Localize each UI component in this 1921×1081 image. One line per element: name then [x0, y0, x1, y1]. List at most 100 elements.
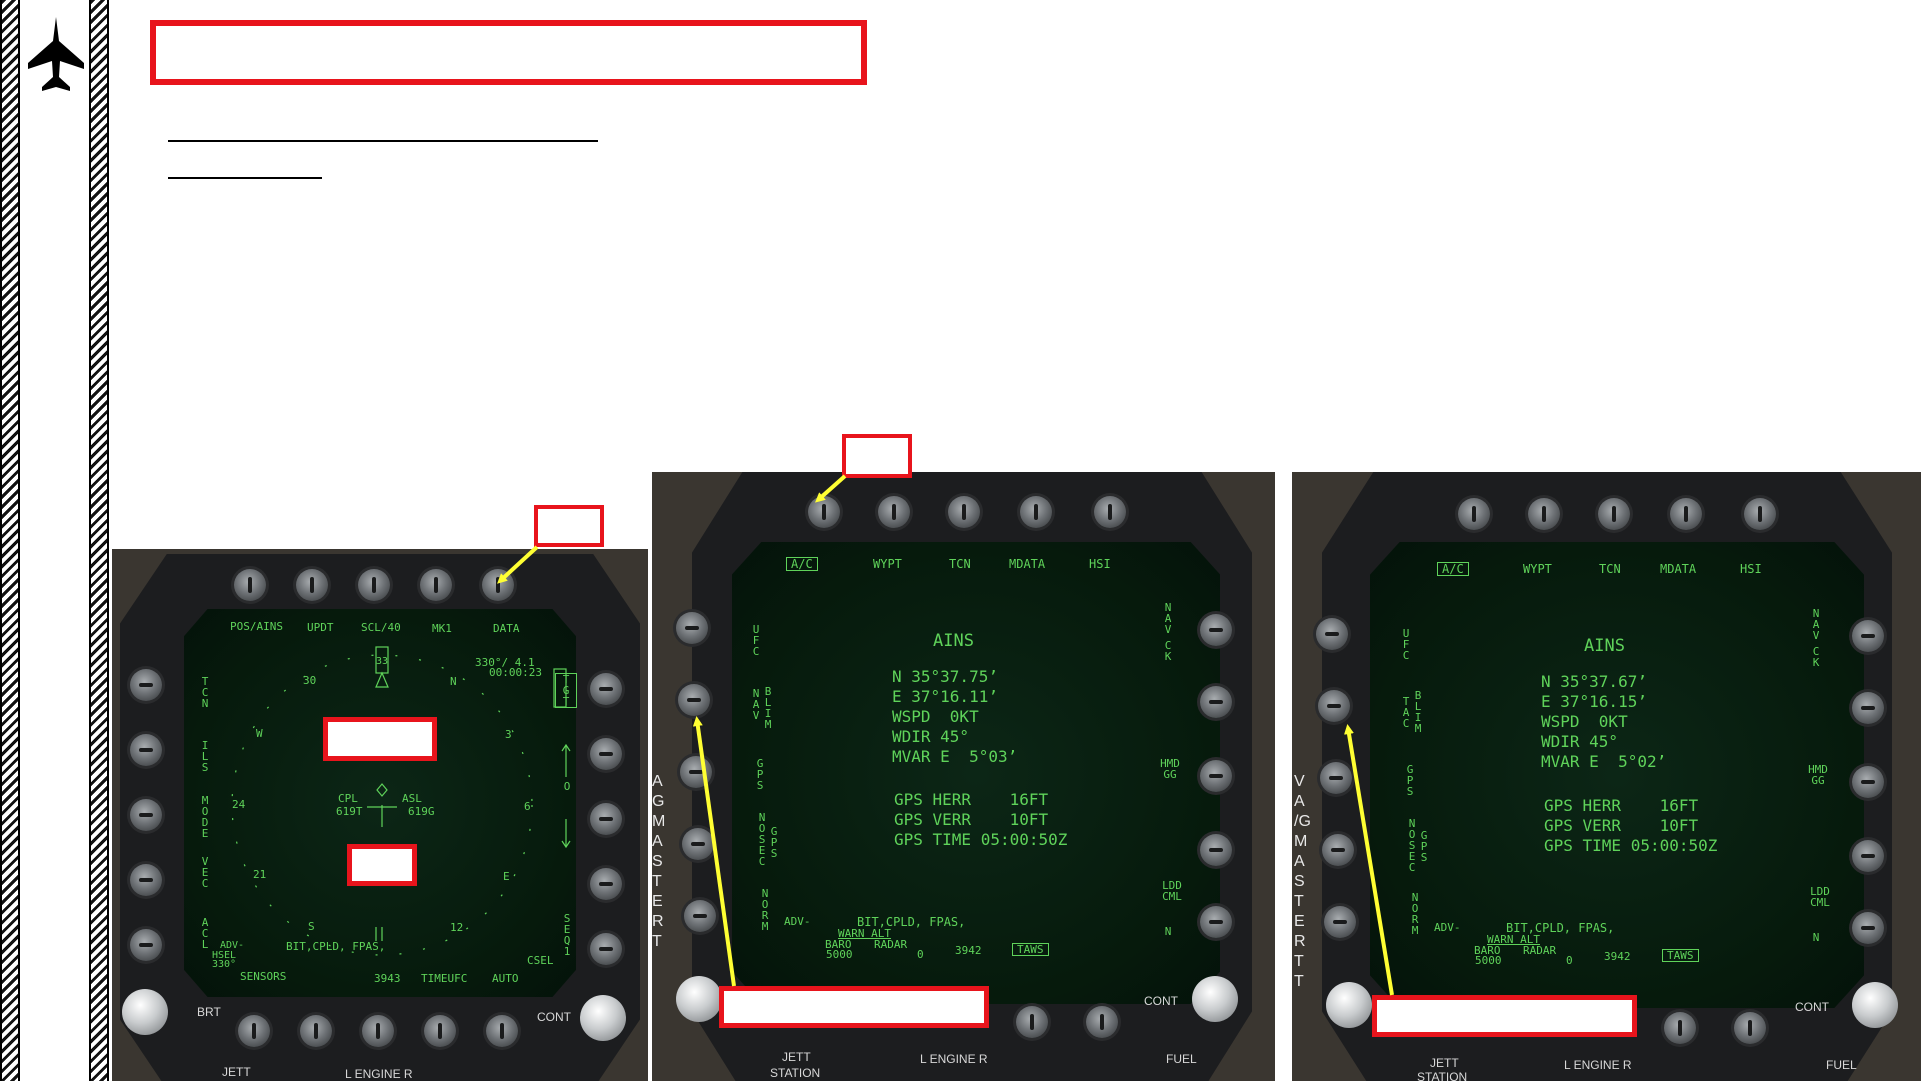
pb-right-3-button[interactable] — [590, 803, 622, 835]
pb-left-4-button[interactable] — [130, 864, 162, 896]
jett-label: JETT — [782, 1050, 811, 1064]
mfd-hsi-display: POS/AINS UPDT SCL/40 MK1 DATA TCN ILS MO… — [112, 549, 648, 1081]
pb-gps-button[interactable] — [1320, 762, 1352, 794]
pb-bottom-2-button[interactable] — [300, 1015, 332, 1047]
pb-right-2-button[interactable] — [1200, 686, 1232, 718]
pb-hsi-button[interactable] — [1094, 496, 1126, 528]
pb-nav-ck-button[interactable] — [1200, 614, 1232, 646]
label-nosec: NOSEC — [758, 811, 766, 868]
pb-norm-button[interactable] — [684, 900, 716, 932]
fighter-jet-icon — [28, 17, 84, 91]
label-tcn: TCN — [949, 557, 971, 571]
pb-right-2-button[interactable] — [1852, 692, 1884, 724]
title-box — [150, 20, 867, 85]
callout-box-data — [534, 505, 604, 547]
contrast-knob[interactable] — [580, 995, 626, 1041]
compass-30: 30 — [303, 674, 317, 687]
altitude-readout: 3942 — [955, 944, 982, 957]
pb-nav-blim-button[interactable] — [678, 684, 710, 716]
pb-mdata-button[interactable] — [1670, 498, 1702, 530]
pb-wypt-button[interactable] — [1528, 498, 1560, 530]
label-seq1: SEQ1 — [563, 912, 571, 958]
pb-right-4-button[interactable] — [590, 868, 622, 900]
pb-mk1-button[interactable] — [420, 569, 452, 601]
pb-tac-blim-button[interactable] — [1318, 690, 1350, 722]
pb-ufc-button[interactable] — [1316, 618, 1348, 650]
compass-21: 21 — [253, 868, 267, 881]
label-gps: GPS — [756, 757, 764, 792]
baro-value: 5000 — [1475, 954, 1502, 967]
pb-tcn-button[interactable] — [948, 496, 980, 528]
pb-hsi-button[interactable] — [1744, 498, 1776, 530]
brt-label: BRT — [197, 1005, 221, 1019]
mfd-ains-display-2: A/C WYPT TCN MDATA HSI UFC TAC BLIM GPS … — [1292, 472, 1921, 1081]
label-nav: NAV — [752, 687, 760, 722]
label-n: N — [1164, 925, 1172, 938]
pb-gps-button[interactable] — [680, 756, 712, 788]
label-ac: A/C — [786, 557, 818, 571]
mfd-screen — [732, 542, 1220, 1004]
pb-left-2-button[interactable] — [130, 734, 162, 766]
label-taws: TAWS — [1662, 949, 1699, 962]
label-tcn: TCN — [201, 675, 209, 710]
pb-bottom-5-button[interactable] — [1734, 1012, 1766, 1044]
label-mdata: MDATA — [1009, 557, 1046, 571]
pb-nav-ck-button[interactable] — [1852, 620, 1884, 652]
pb-tcn-button[interactable] — [1598, 498, 1630, 530]
pb-right-4-button[interactable] — [1200, 834, 1232, 866]
pb-nosec-gps-button[interactable] — [682, 828, 714, 860]
pb-right-5-button[interactable] — [590, 933, 622, 965]
pb-norm-button[interactable] — [1324, 906, 1356, 938]
pb-right-4-button[interactable] — [1852, 840, 1884, 872]
label-taws: TAWS — [1012, 943, 1049, 956]
brightness-knob[interactable] — [676, 976, 722, 1022]
pb-bottom-4-button[interactable] — [1664, 1012, 1696, 1044]
pb-ac-button[interactable] — [808, 496, 840, 528]
pb-wypt-button[interactable] — [878, 496, 910, 528]
pb-bottom-3-button[interactable] — [362, 1015, 394, 1047]
label-wypt: WYPT — [873, 557, 902, 571]
pb-right-1-button[interactable] — [590, 673, 622, 705]
pb-ufc-button[interactable] — [676, 612, 708, 644]
brightness-knob[interactable] — [122, 989, 168, 1035]
compass-12: 12 — [450, 921, 464, 934]
adv-label: ADV- — [1434, 921, 1461, 934]
label-wypt: WYPT — [1523, 562, 1552, 576]
bit-advisory: BIT,CPLD, FPAS, — [286, 940, 386, 953]
pb-right-2-button[interactable] — [590, 738, 622, 770]
gps-herr: GPS HERR 16FT — [894, 790, 1049, 809]
pb-bottom-1-button[interactable] — [238, 1015, 270, 1047]
label-blim: BLIM — [764, 685, 772, 731]
pb-pos-ains-button[interactable] — [234, 569, 266, 601]
label-hmd: HMDGG — [1160, 757, 1180, 781]
contrast-knob[interactable] — [1192, 976, 1238, 1022]
pb-mdata-button[interactable] — [1020, 496, 1052, 528]
pb-scl-button[interactable] — [358, 569, 390, 601]
pb-hmd-button[interactable] — [1200, 760, 1232, 792]
pb-bottom-4-button[interactable] — [424, 1015, 456, 1047]
pb-left-5-button[interactable] — [130, 929, 162, 961]
pb-left-3-button[interactable] — [130, 799, 162, 831]
label-tac: TAC — [1402, 695, 1410, 730]
engine-label: L ENGINE R — [1564, 1058, 1632, 1072]
pb-ldd-button[interactable] — [1852, 912, 1884, 944]
pb-bottom-5-button[interactable] — [486, 1015, 518, 1047]
pb-ac-button[interactable] — [1458, 498, 1490, 530]
pb-data-button[interactable] — [482, 569, 514, 601]
compass-3: 3 — [505, 728, 512, 741]
jett-label: JETT — [1430, 1056, 1459, 1070]
brightness-knob[interactable] — [1326, 982, 1372, 1028]
pb-bottom-4-button[interactable] — [1016, 1006, 1048, 1038]
pb-ldd-button[interactable] — [1200, 906, 1232, 938]
asl-label: ASL — [402, 792, 422, 805]
pb-updt-button[interactable] — [296, 569, 328, 601]
label-n: N — [1812, 931, 1820, 944]
pb-bottom-5-button[interactable] — [1086, 1006, 1118, 1038]
pb-left-1-button[interactable] — [130, 669, 162, 701]
label-gps: GPS — [1406, 763, 1414, 798]
pb-nosec-gps-button[interactable] — [1322, 834, 1354, 866]
pb-hmd-button[interactable] — [1852, 766, 1884, 798]
compass-n: N — [450, 675, 457, 688]
label-nav-r: NAV — [1164, 601, 1172, 636]
contrast-knob[interactable] — [1852, 982, 1898, 1028]
